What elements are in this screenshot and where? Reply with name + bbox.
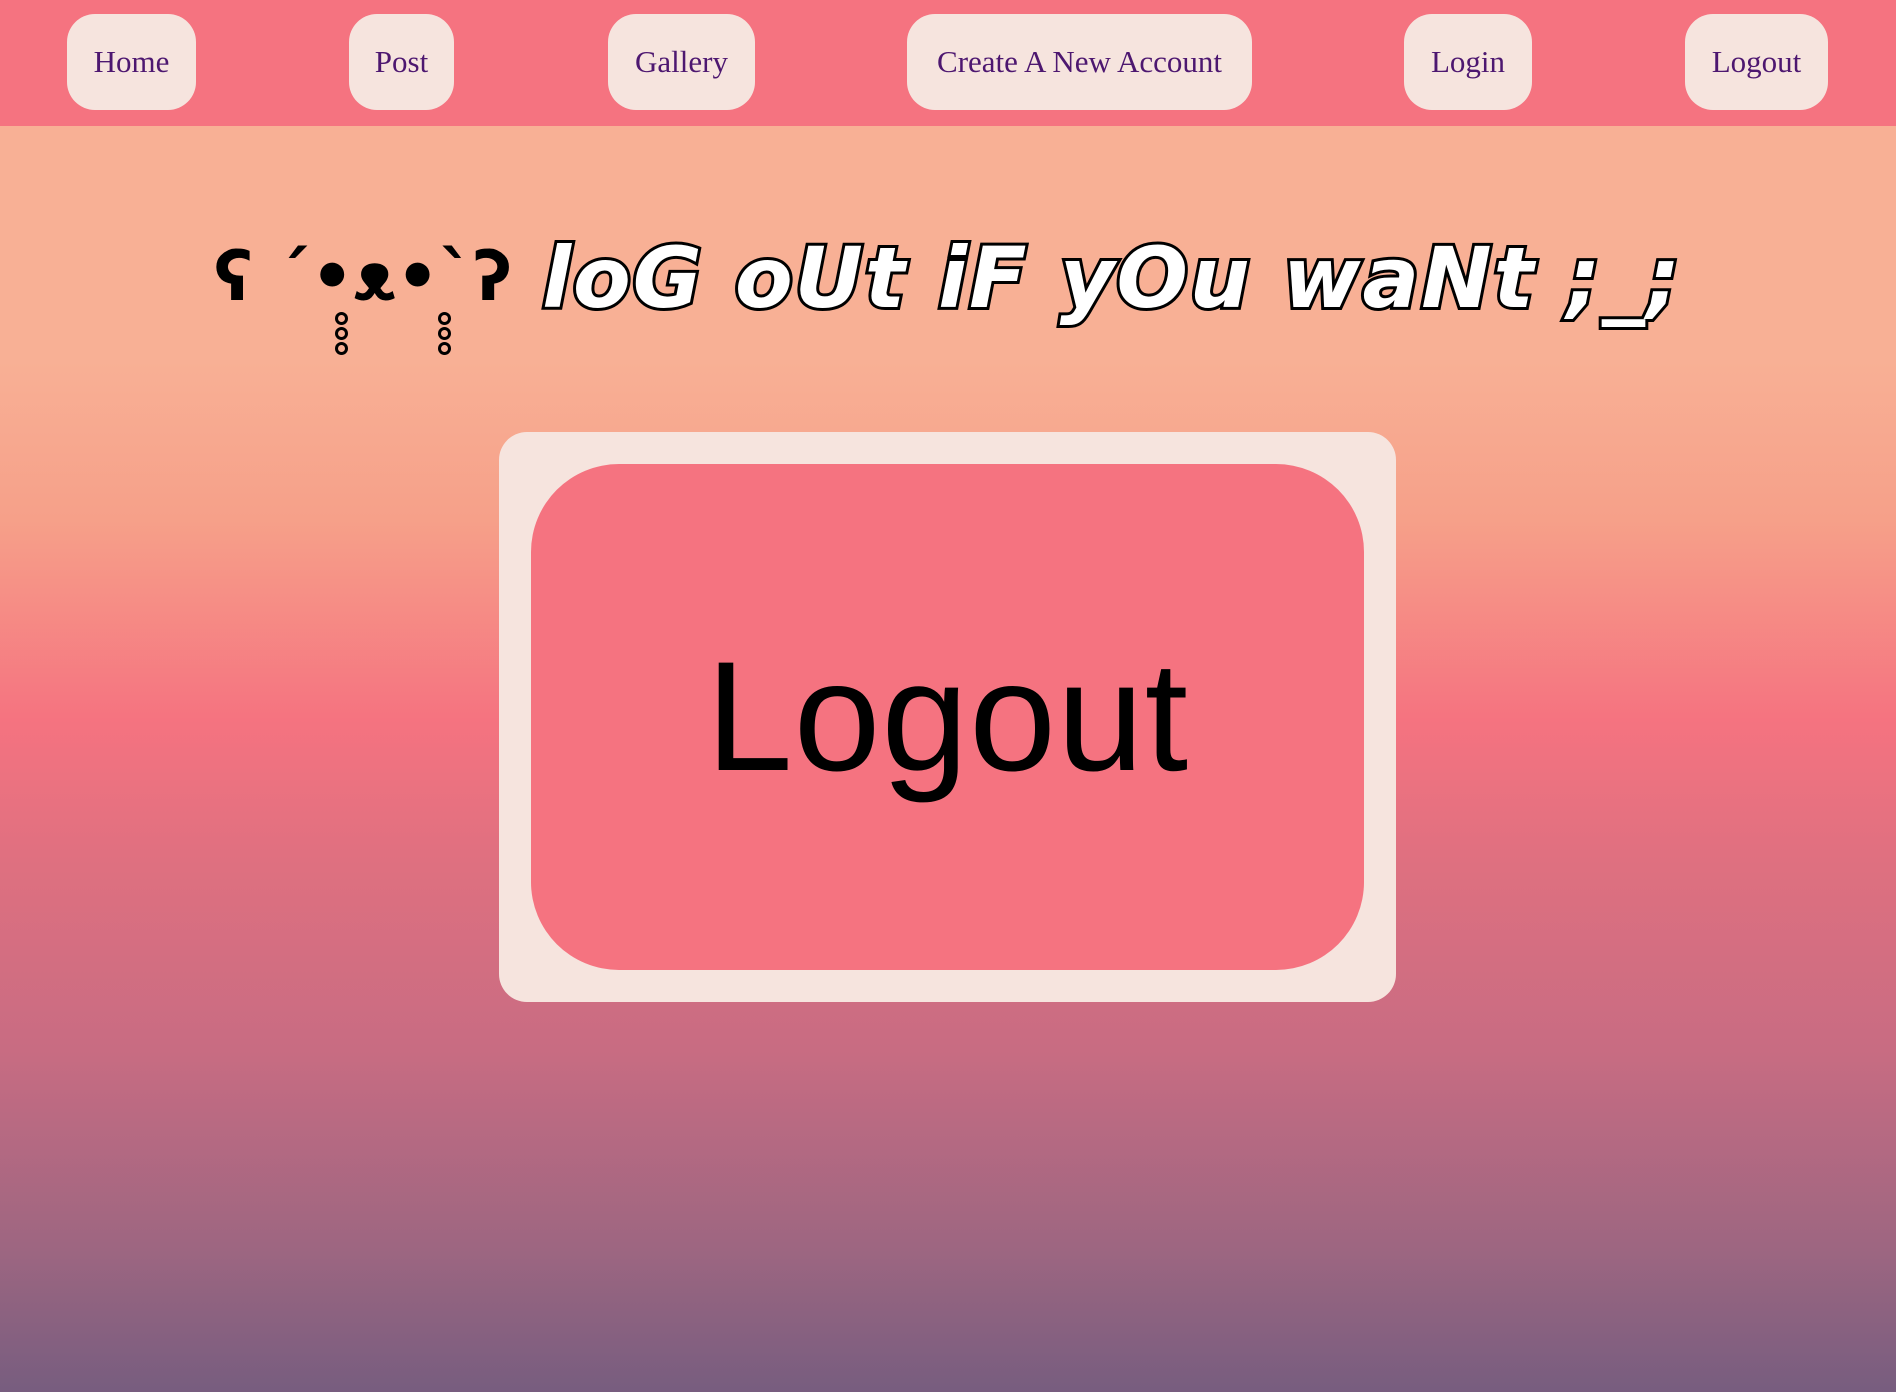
heading-text: loG oUt iF yOu waNt ;_;	[539, 227, 1683, 329]
crying-bear-emoticon: ʕ ´•ᴥ•`ʔ	[213, 230, 513, 355]
nav-create-account-button[interactable]: Create A New Account	[907, 14, 1252, 110]
left-tear-icon	[334, 312, 349, 355]
logout-button[interactable]: Logout	[531, 464, 1364, 970]
logout-button-label: Logout	[705, 629, 1190, 804]
nav-login-button[interactable]: Login	[1404, 14, 1532, 110]
nav-gallery-button[interactable]: Gallery	[608, 14, 755, 110]
nav-home-button[interactable]: Home	[67, 14, 196, 110]
nav-logout-button[interactable]: Logout	[1685, 14, 1828, 110]
emoticon-text: ʕ ´•ᴥ•`ʔ	[213, 238, 513, 317]
nav-post-button[interactable]: Post	[349, 14, 454, 110]
logout-card: Logout	[499, 432, 1396, 1002]
right-tear-icon	[437, 312, 452, 355]
navbar: Home Post Gallery Create A New Account L…	[0, 0, 1896, 126]
page-heading: ʕ ´•ᴥ•`ʔ loG oUt iF yOu waNt ;_;	[0, 227, 1896, 380]
